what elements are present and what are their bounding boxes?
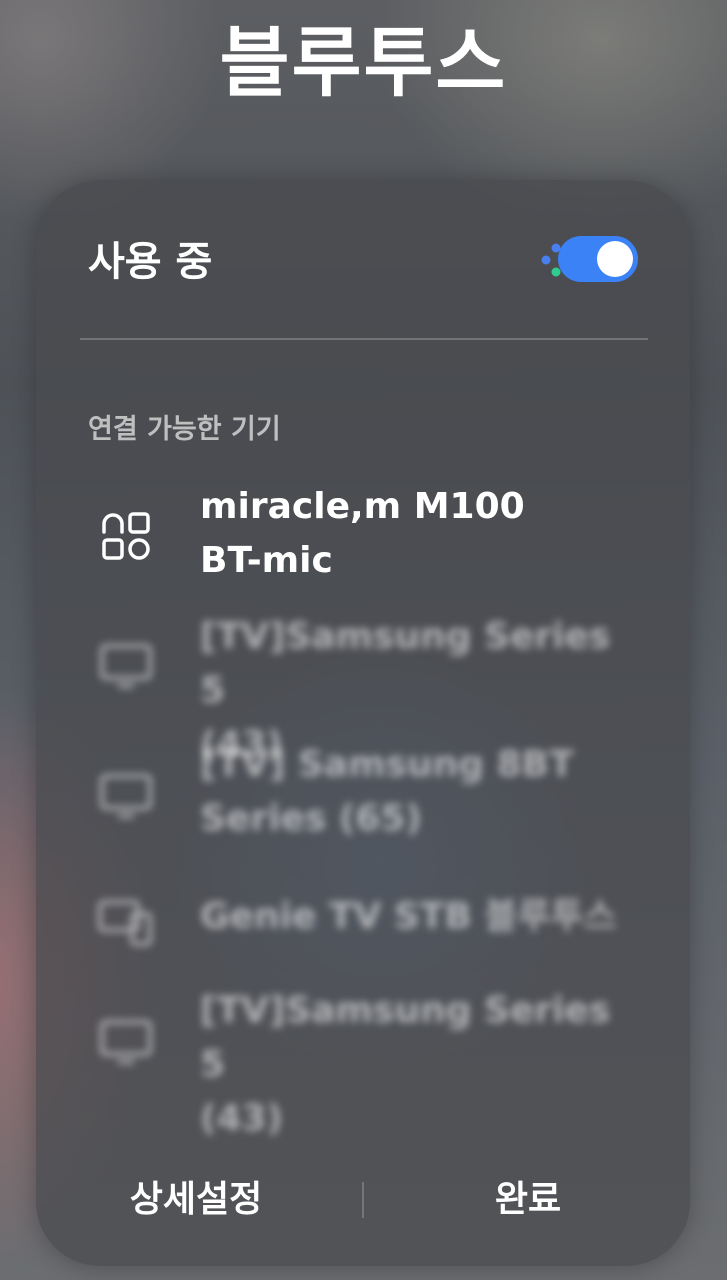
device-name-line: BT-mic	[200, 540, 333, 581]
button-divider	[362, 1182, 364, 1218]
tv-icon	[100, 1020, 152, 1064]
device-item[interactable]: miracle,m M100 BT-mic	[88, 480, 648, 600]
tv-icon	[100, 644, 152, 688]
bluetooth-toggle[interactable]	[558, 236, 638, 282]
device-name-line: miracle,m M100	[200, 486, 525, 527]
detailed-settings-button[interactable]: 상세설정	[66, 1170, 326, 1230]
device-item[interactable]: [TV]Samsung Series 5 (43)	[88, 610, 648, 765]
device-name-line: [TV]Samsung Series 5	[200, 990, 611, 1085]
device-name-line: [TV]Samsung Series 5	[200, 616, 611, 711]
device-name-line: Genie TV STB 블루투스	[200, 896, 617, 937]
device-name: [TV] Samsung 8BT Series (65)	[200, 738, 640, 846]
device-name: [TV]Samsung Series 5 (43)	[200, 984, 640, 1146]
bluetooth-panel: 사용 중 연결 가능한 기기 miracle,m M100 BT-mic [TV…	[36, 180, 690, 1266]
bluetooth-header: 사용 중	[88, 232, 648, 292]
available-devices-label: 연결 가능한 기기	[88, 414, 281, 445]
divider	[80, 338, 648, 340]
toggle-knob	[597, 241, 633, 277]
device-item[interactable]: [TV]Samsung Series 5 (43)	[88, 984, 648, 1139]
tv-icon	[100, 774, 152, 818]
device-name-line: [TV] Samsung 8BT	[200, 744, 574, 785]
device-name-line: Series (65)	[200, 798, 422, 839]
device-name: Genie TV STB 블루투스	[200, 890, 640, 944]
bottom-action-bar: 상세설정 완료	[36, 1170, 690, 1240]
accessory-icon	[102, 512, 150, 560]
page-title: 블루투스	[219, 18, 508, 107]
device-name-line: (43)	[200, 1098, 284, 1139]
device-item[interactable]: [TV] Samsung 8BT Series (65)	[88, 738, 648, 850]
status-label: 사용 중	[88, 239, 213, 285]
set-top-box-icon	[98, 900, 152, 946]
done-button[interactable]: 완료	[398, 1170, 658, 1230]
device-name: miracle,m M100 BT-mic	[200, 480, 640, 588]
device-item[interactable]: Genie TV STB 블루투스	[88, 890, 648, 950]
